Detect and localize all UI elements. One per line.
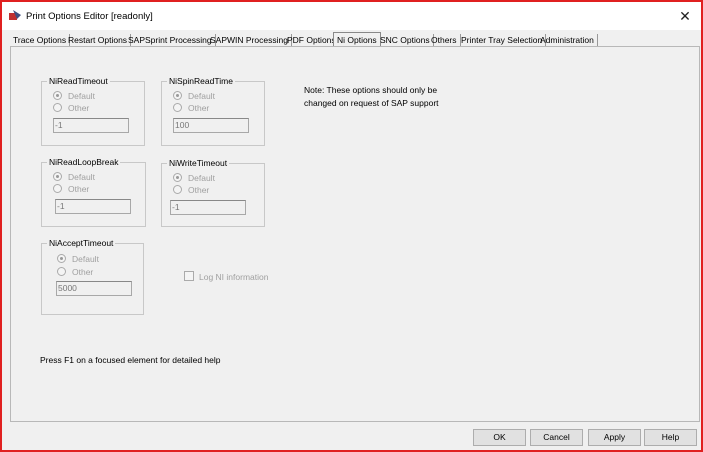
radio-empty-icon (173, 103, 182, 112)
tab-administration[interactable]: Administration (537, 34, 598, 46)
radio-label: Other (68, 103, 90, 113)
tab-others[interactable]: Others (428, 34, 461, 46)
value-field[interactable]: -1 (53, 118, 129, 133)
tab-sapsprint-processing[interactable]: SAPSprint Processing (125, 34, 216, 46)
ok-button[interactable]: OK (473, 429, 526, 446)
radio-label: Default (68, 172, 95, 182)
tab-sapwin-processing[interactable]: SAPWIN Processing (207, 34, 292, 46)
group-niaccepttimeout: NiAcceptTimeout Default Other 5000 (41, 238, 144, 315)
radio-other[interactable]: Other (173, 103, 209, 113)
value-field[interactable]: 100 (173, 118, 249, 133)
radio-default[interactable]: Default (53, 91, 95, 101)
radio-selected-icon (57, 254, 66, 263)
radio-other[interactable]: Other (53, 103, 89, 113)
value-field[interactable]: -1 (55, 199, 131, 214)
app-icon (9, 10, 21, 20)
tab-pdf-options[interactable]: PDF Options (284, 34, 340, 46)
value-field[interactable]: 5000 (56, 281, 132, 296)
group-label: NiSpinReadTime (167, 76, 235, 86)
radio-label: Default (72, 254, 99, 264)
close-icon[interactable]: ✕ (675, 7, 695, 25)
checkbox-icon (184, 271, 194, 281)
group-label: NiWriteTimeout (167, 158, 230, 168)
group-nispinreadtime: NiSpinReadTime Default Other 100 (161, 76, 265, 146)
checkbox-label: Log NI information (199, 272, 269, 282)
help-hint: Press F1 on a focused element for detail… (40, 355, 221, 365)
radio-selected-icon (53, 172, 62, 181)
ni-options-panel: NiReadTimeout Default Other -1 NiSpinRea… (10, 46, 700, 422)
group-nireadtimeout: NiReadTimeout Default Other -1 (41, 76, 145, 146)
support-note: Note: These options should only be chang… (304, 85, 439, 108)
title-bar: Print Options Editor [readonly] ✕ (2, 2, 701, 30)
tab-trace-options[interactable]: Trace Options (10, 34, 71, 46)
apply-button[interactable]: Apply (588, 429, 641, 446)
radio-selected-icon (173, 173, 182, 182)
radio-other[interactable]: Other (173, 185, 209, 195)
radio-label: Other (68, 184, 90, 194)
radio-label: Default (68, 91, 95, 101)
tab-printer-tray-selection[interactable]: Printer Tray Selection (458, 34, 547, 46)
radio-label: Other (72, 267, 94, 277)
value-field[interactable]: -1 (170, 200, 246, 215)
radio-empty-icon (53, 184, 62, 193)
radio-default[interactable]: Default (173, 173, 215, 183)
radio-default[interactable]: Default (173, 91, 215, 101)
window-title: Print Options Editor [readonly] (26, 11, 153, 22)
radio-default[interactable]: Default (57, 254, 99, 264)
radio-empty-icon (53, 103, 62, 112)
radio-other[interactable]: Other (57, 267, 93, 277)
tab-snc-options[interactable]: SNC Options (377, 34, 434, 46)
group-label: NiAcceptTimeout (47, 238, 116, 248)
tab-ni-options[interactable]: Ni Options (333, 32, 381, 47)
group-label: NiReadTimeout (47, 76, 110, 86)
radio-label: Other (188, 103, 210, 113)
radio-label: Other (188, 185, 210, 195)
tab-restart-options[interactable]: Restart Options (65, 34, 132, 46)
log-ni-information-checkbox[interactable]: Log NI information (184, 271, 268, 282)
group-nireadloopbreak: NiReadLoopBreak Default Other -1 (41, 157, 146, 227)
help-button[interactable]: Help (644, 429, 697, 446)
group-niwritetimeout: NiWriteTimeout Default Other -1 (161, 158, 265, 227)
radio-selected-icon (173, 91, 182, 100)
radio-label: Default (188, 173, 215, 183)
print-options-editor-window: Print Options Editor [readonly] ✕ Trace … (0, 0, 703, 452)
radio-selected-icon (53, 91, 62, 100)
radio-label: Default (188, 91, 215, 101)
radio-default[interactable]: Default (53, 172, 95, 182)
group-label: NiReadLoopBreak (47, 157, 121, 167)
radio-empty-icon (57, 267, 66, 276)
radio-other[interactable]: Other (53, 184, 89, 194)
radio-empty-icon (173, 185, 182, 194)
cancel-button[interactable]: Cancel (530, 429, 583, 446)
